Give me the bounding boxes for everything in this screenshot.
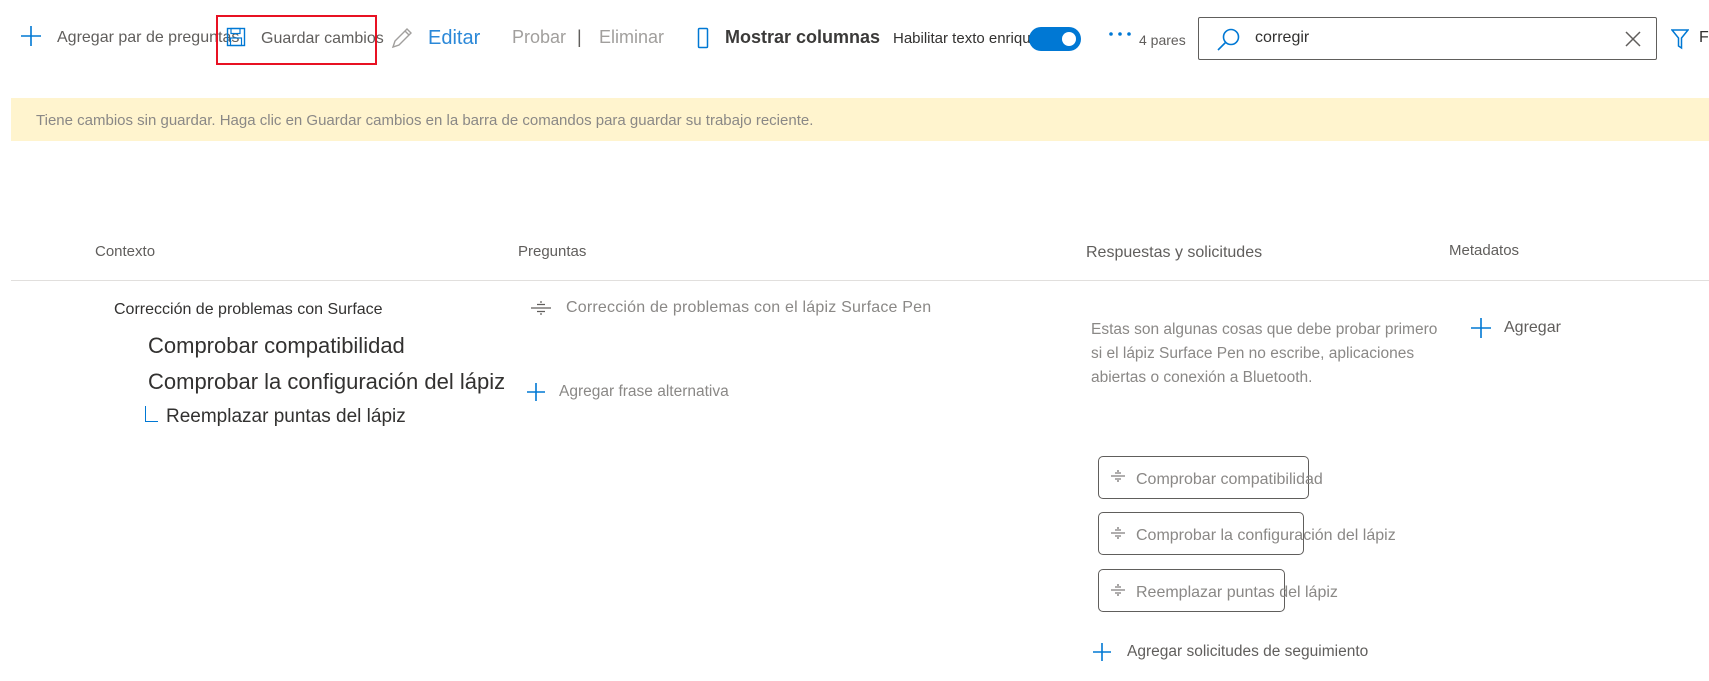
column-header-questions[interactable]: Preguntas	[518, 243, 586, 260]
plus-icon	[1092, 642, 1112, 662]
prompt-drag-icon	[1110, 526, 1126, 540]
column-icon	[697, 27, 709, 49]
filter-button[interactable]	[1671, 28, 1689, 50]
add-pair-label[interactable]: Agregar par de preguntas	[57, 29, 239, 47]
plus-icon	[1470, 317, 1492, 339]
tree-connector-icon	[145, 406, 158, 422]
filter-icon	[1671, 28, 1689, 50]
delete-button[interactable]: Eliminar	[599, 27, 664, 48]
edit-label[interactable]: Editar	[428, 27, 480, 50]
pairs-count: 4 pares	[1139, 32, 1186, 48]
search-input[interactable]: corregir	[1255, 29, 1309, 47]
context-child[interactable]: Comprobar la configuración del lápiz	[148, 369, 505, 395]
search-icon	[1216, 27, 1242, 53]
toolbar-separator: |	[577, 27, 582, 47]
follow-up-prompt-label: Reemplazar puntas del lápiz	[1136, 584, 1338, 601]
unsaved-changes-banner: Tiene cambios sin guardar. Haga clic en …	[11, 98, 1709, 141]
pencil-icon	[390, 26, 414, 50]
filter-label[interactable]: F	[1699, 29, 1709, 47]
question-row[interactable]: Corrección de problemas con el lápiz Sur…	[530, 299, 931, 317]
show-columns-button[interactable]	[697, 27, 709, 49]
header-divider	[11, 280, 1709, 281]
more-options-button[interactable]	[1108, 29, 1132, 39]
ellipsis-icon	[1108, 29, 1132, 39]
column-header-metadata[interactable]: Metadatos	[1449, 242, 1519, 259]
test-button[interactable]: Probar	[512, 27, 566, 48]
command-bar: Agregar par de preguntas Guardar cambios…	[0, 0, 1709, 80]
plus-icon	[526, 382, 546, 402]
add-follow-up-button[interactable]: Agregar solicitudes de seguimiento	[1092, 642, 1368, 662]
question-drag-icon	[530, 300, 552, 316]
toggle-knob	[1062, 32, 1076, 46]
add-pair-button[interactable]	[20, 25, 42, 47]
prompt-drag-icon	[1110, 583, 1126, 597]
clear-search-icon[interactable]	[1624, 30, 1642, 48]
banner-text: Tiene cambios sin guardar. Haga clic en …	[36, 112, 814, 129]
add-alternate-phrase-button[interactable]: Agregar frase alternativa	[526, 382, 729, 402]
plus-icon	[20, 25, 42, 47]
add-metadata-label: Agregar	[1504, 319, 1561, 336]
prompt-drag-icon	[1110, 469, 1126, 483]
context-root[interactable]: Corrección de problemas con Surface	[114, 301, 383, 319]
add-follow-up-label: Agregar solicitudes de seguimiento	[1127, 643, 1369, 660]
context-sub-child-label: Reemplazar puntas del lápiz	[166, 406, 406, 427]
show-columns-label[interactable]: Mostrar columnas	[725, 27, 880, 48]
column-header-answers[interactable]: Respuestas y solicitudes	[1086, 244, 1262, 262]
save-highlight-box	[216, 15, 377, 65]
follow-up-prompt-label: Comprobar compatibilidad	[1136, 471, 1323, 488]
follow-up-prompt-label: Comprobar la configuración del lápiz	[1136, 527, 1396, 544]
context-child[interactable]: Comprobar compatibilidad	[148, 333, 405, 359]
answer-text[interactable]: Estas son algunas cosas que debe probar …	[1091, 318, 1441, 390]
question-text: Corrección de problemas con el lápiz Sur…	[566, 299, 932, 316]
edit-button[interactable]	[390, 26, 414, 50]
rich-text-toggle[interactable]	[1029, 27, 1081, 51]
search-box[interactable]: corregir	[1198, 17, 1657, 60]
add-metadata-button[interactable]: Agregar	[1470, 317, 1561, 339]
context-sub-child[interactable]: Reemplazar puntas del lápiz	[145, 406, 406, 428]
add-alternate-phrase-label: Agregar frase alternativa	[559, 383, 729, 400]
column-header-context[interactable]: Contexto	[95, 243, 155, 260]
